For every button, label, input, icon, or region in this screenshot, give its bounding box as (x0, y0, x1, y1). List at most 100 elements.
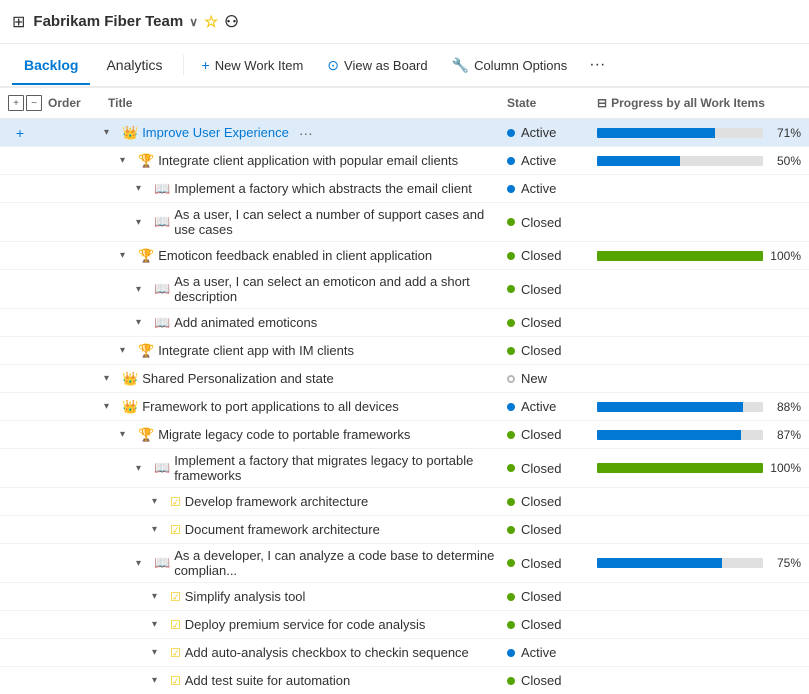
tab-analytics[interactable]: Analytics (94, 47, 174, 85)
item-title: As a user, I can select an emoticon and … (174, 274, 495, 304)
row-order (40, 252, 100, 260)
item-title: Add animated emoticons (174, 315, 317, 330)
expand-icon[interactable]: ▾ (152, 619, 164, 630)
nav-separator (183, 55, 184, 75)
table-row[interactable]: ▾ 📖 Add animated emoticons Closed (0, 309, 809, 337)
item-more-button[interactable]: ··· (293, 125, 319, 141)
table-row[interactable]: ▾ 👑 Shared Personalization and state New (0, 365, 809, 393)
expand-icon[interactable]: ▾ (152, 591, 164, 602)
table-row[interactable]: ▾ 📖 As a user, I can select an emoticon … (0, 270, 809, 309)
table-row[interactable]: + ▾ 👑 Improve User Experience ··· Active… (0, 119, 809, 147)
table-row[interactable]: ▾ ☑ Add test suite for automation Closed (0, 667, 809, 694)
state-cell: Active (499, 395, 589, 418)
column-options-button[interactable]: 🔧 Column Options (442, 51, 578, 80)
row-title-cell: ▾ 📖 As a user, I can select an emoticon … (100, 270, 499, 308)
state-cell: Active (499, 149, 589, 172)
state-cell: Closed (499, 518, 589, 541)
progress-cell: 75% (589, 552, 809, 574)
expand-icon[interactable]: ▾ (136, 284, 148, 295)
item-title: Emoticon feedback enabled in client appl… (158, 248, 432, 263)
item-title: Document framework architecture (185, 522, 380, 537)
state-text: Closed (521, 494, 561, 509)
table-row[interactable]: ▾ ☑ Document framework architecture Clos… (0, 516, 809, 544)
row-order (40, 347, 100, 355)
state-text: Active (521, 645, 556, 660)
expand-icon[interactable]: ▾ (120, 345, 132, 356)
person-icon[interactable]: ⚇ (224, 12, 238, 32)
progress-cell (589, 185, 809, 193)
expand-icon[interactable]: ▾ (136, 463, 148, 474)
expand-icon[interactable]: ▾ (152, 524, 164, 535)
table-row[interactable]: ▾ 🏆 Integrate client app with IM clients… (0, 337, 809, 365)
item-title: Add test suite for automation (185, 673, 350, 688)
task-icon: ☑ (170, 646, 181, 660)
expand-icon[interactable]: ▾ (152, 647, 164, 658)
row-order (40, 285, 100, 293)
table-row[interactable]: ▾ ☑ Simplify analysis tool Closed (0, 583, 809, 611)
row-order (40, 218, 100, 226)
team-title: Fabrikam Fiber Team ∨ ☆ ⚇ (33, 12, 238, 32)
more-actions-button[interactable]: ··· (581, 50, 613, 80)
row-action-cell: + (0, 125, 40, 141)
item-title: Framework to port applications to all de… (142, 399, 399, 414)
row-title-cell: ▾ 📖 Implement a factory that migrates le… (100, 449, 499, 487)
progress-label: 100% (769, 249, 801, 263)
row-order (40, 526, 100, 534)
expand-icon[interactable]: ▾ (136, 317, 148, 328)
table-row[interactable]: ▾ 👑 Framework to port applications to al… (0, 393, 809, 421)
state-cell: Closed (499, 490, 589, 513)
state-dot (507, 464, 515, 472)
grid-icon: ⊞ (12, 12, 25, 32)
progress-bar (597, 402, 763, 412)
title-header: Title (100, 92, 499, 114)
expand-icon[interactable]: ▾ (120, 429, 132, 440)
expand-icon[interactable]: ▾ (104, 127, 116, 138)
title-chevron-icon[interactable]: ∨ (189, 15, 198, 29)
expand-icon[interactable]: ▾ (152, 496, 164, 507)
table-row[interactable]: ▾ 🏆 Emoticon feedback enabled in client … (0, 242, 809, 270)
table-row[interactable]: ▾ 📖 Implement a factory that migrates le… (0, 449, 809, 488)
new-work-item-button[interactable]: + New Work Item (192, 51, 314, 79)
story-icon: 📖 (154, 214, 170, 230)
table-row[interactable]: ▾ 🏆 Integrate client application with po… (0, 147, 809, 175)
table-row[interactable]: ▾ 📖 Implement a factory which abstracts … (0, 175, 809, 203)
state-dot (507, 347, 515, 355)
progress-label: 87% (769, 428, 801, 442)
expand-icon[interactable]: ▾ (104, 401, 116, 412)
epic-icon: 👑 (122, 399, 138, 415)
task-icon: ☑ (170, 523, 181, 537)
progress-cell: 100% (589, 457, 809, 479)
row-add-button[interactable]: + (12, 125, 28, 141)
expand-icon[interactable]: ▾ (136, 558, 148, 569)
progress-fill (597, 558, 722, 568)
star-icon[interactable]: ☆ (204, 12, 218, 32)
row-order (40, 403, 100, 411)
state-dot (507, 129, 515, 137)
table-row[interactable]: ▾ ☑ Deploy premium service for code anal… (0, 611, 809, 639)
expand-icon[interactable]: ▾ (104, 373, 116, 384)
table-row[interactable]: ▾ 📖 As a user, I can select a number of … (0, 203, 809, 242)
expand-icon[interactable]: ▾ (120, 250, 132, 261)
row-title-cell: ▾ 📖 Add animated emoticons (100, 311, 499, 335)
task-icon: ☑ (170, 495, 181, 509)
expand-collapse-buttons: + − (8, 95, 42, 111)
table-row[interactable]: ▾ ☑ Develop framework architecture Close… (0, 488, 809, 516)
view-as-board-button[interactable]: ⊙ View as Board (317, 51, 437, 80)
progress-bar (597, 558, 763, 568)
row-title-cell: ▾ 🏆 Integrate client application with po… (100, 149, 499, 173)
item-title: Integrate client app with IM clients (158, 343, 354, 358)
expand-all-button[interactable]: + (8, 95, 24, 111)
expand-icon[interactable]: ▾ (136, 217, 148, 228)
item-title-link[interactable]: Improve User Experience (142, 125, 289, 140)
table-row[interactable]: ▾ 📖 As a developer, I can analyze a code… (0, 544, 809, 583)
tab-backlog[interactable]: Backlog (12, 47, 90, 85)
table-row[interactable]: ▾ 🏆 Migrate legacy code to portable fram… (0, 421, 809, 449)
row-order (40, 375, 100, 383)
progress-cell (589, 319, 809, 327)
expand-icon[interactable]: ▾ (120, 155, 132, 166)
table-row[interactable]: ▾ ☑ Add auto-analysis checkbox to checki… (0, 639, 809, 667)
progress-cell: 71% (589, 122, 809, 144)
expand-icon[interactable]: ▾ (152, 675, 164, 686)
expand-icon[interactable]: ▾ (136, 183, 148, 194)
row-title-cell: ▾ ☑ Add auto-analysis checkbox to checki… (100, 641, 499, 664)
